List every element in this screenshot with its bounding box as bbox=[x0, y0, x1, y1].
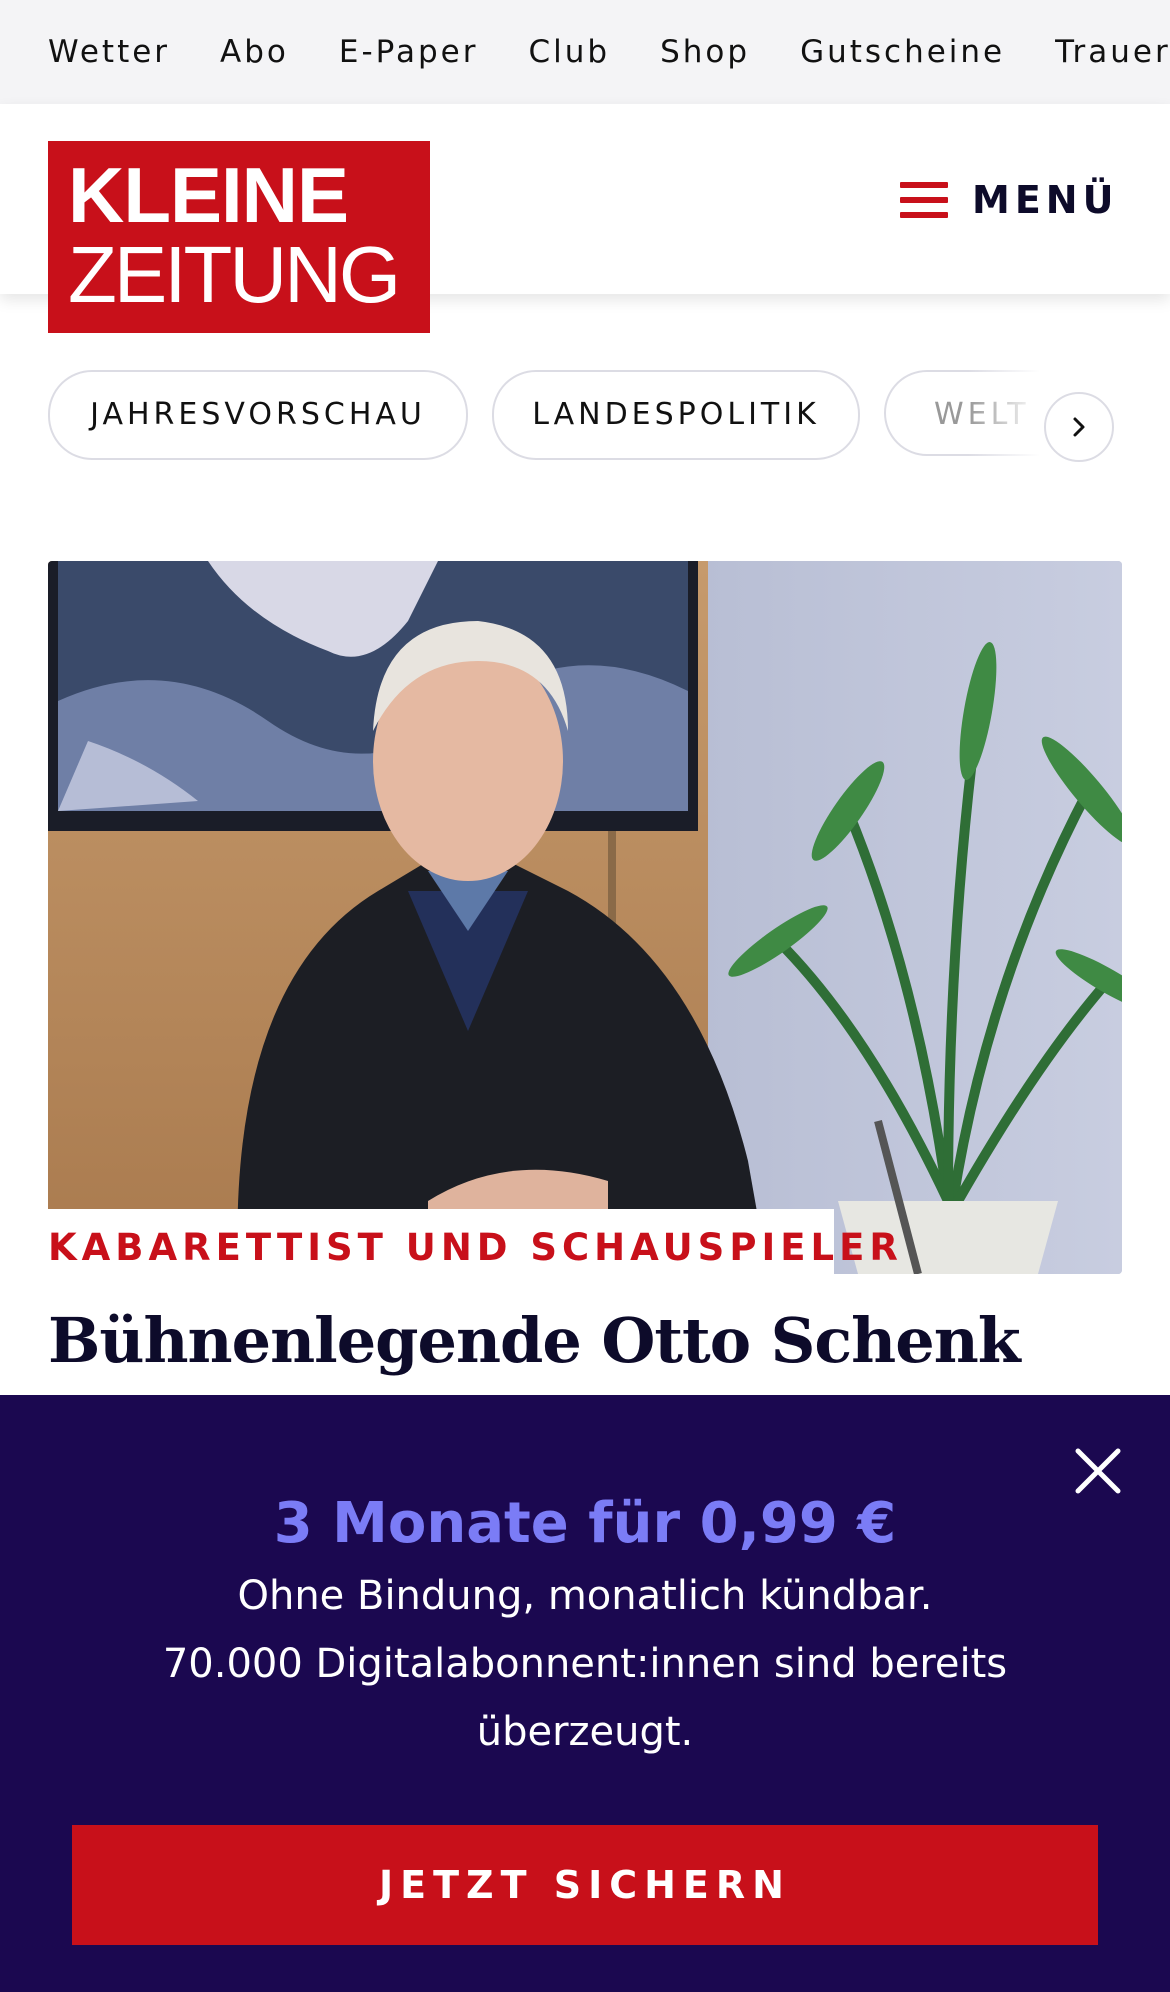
promo-line-1: Ohne Bindung, monatlich kündbar. bbox=[237, 1573, 933, 1619]
top-nav-item-abo[interactable]: Abo bbox=[220, 0, 289, 104]
kleine-zeitung-logo[interactable]: KLEINE ZEITUNG bbox=[48, 141, 430, 333]
top-nav-item-trauerportal[interactable]: Trauerportal bbox=[1055, 0, 1170, 104]
article-headline[interactable]: Bühnenlegende Otto Schenk bbox=[48, 1304, 1021, 1377]
promo-title: 3 Monate für 0,99 € bbox=[273, 1491, 897, 1556]
topic-chips: JAHRESVORSCHAU LANDESPOLITIK WELT bbox=[48, 370, 1128, 460]
chip-landespolitik[interactable]: LANDESPOLITIK bbox=[492, 370, 860, 460]
top-nav-item-epaper[interactable]: E-Paper bbox=[339, 0, 479, 104]
top-nav-item-gutscheine[interactable]: Gutscheine bbox=[800, 0, 1005, 104]
top-nav-item-club[interactable]: Club bbox=[528, 0, 610, 104]
site-header: KLEINE ZEITUNG MENÜ bbox=[0, 104, 1170, 333]
article-photo[interactable] bbox=[48, 561, 1122, 1274]
chevron-right-icon bbox=[1073, 417, 1085, 437]
chip-jahresvorschau[interactable]: JAHRESVORSCHAU bbox=[48, 370, 468, 460]
logo-line-2: ZEITUNG bbox=[68, 230, 401, 319]
top-nav: Wetter Abo E-Paper Club Shop Gutscheine … bbox=[0, 0, 1170, 104]
hamburger-icon bbox=[900, 182, 948, 218]
promo-line-3: überzeugt. bbox=[476, 1709, 694, 1755]
article-photo-illustration bbox=[48, 561, 1122, 1274]
top-nav-item-wetter[interactable]: Wetter bbox=[48, 0, 170, 104]
menu-label: MENÜ bbox=[972, 178, 1119, 222]
menu-button[interactable]: MENÜ bbox=[900, 170, 1118, 230]
top-nav-item-shop[interactable]: Shop bbox=[660, 0, 750, 104]
chips-next-button[interactable] bbox=[1044, 392, 1114, 462]
promo-line-2: 70.000 Digitalabonnent:innen sind bereit… bbox=[162, 1641, 1008, 1687]
jetzt-sichern-button[interactable]: JETZT SICHERN bbox=[72, 1825, 1098, 1945]
subscription-overlay: 3 Monate für 0,99 € Ohne Bindung, monatl… bbox=[0, 1395, 1170, 1992]
article-kicker: KABARETTIST UND SCHAUSPIELER bbox=[48, 1226, 903, 1269]
logo-line-1: KLEINE bbox=[68, 151, 349, 239]
